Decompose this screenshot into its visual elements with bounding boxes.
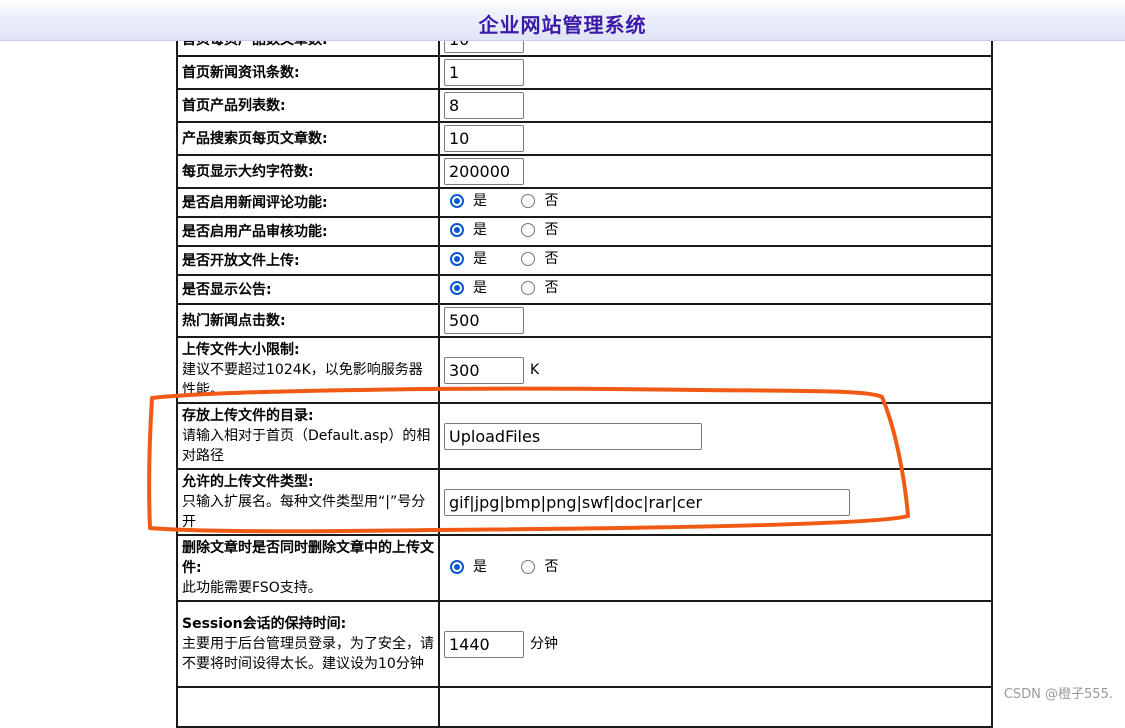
radio-label: 否 <box>544 280 559 296</box>
table-row: 产品搜索页每页文章数: 10 <box>176 121 993 156</box>
radio-no[interactable]: 否 <box>521 557 558 577</box>
table-row: 上传文件大小限制: 建议不要超过1024K，以免影响服务器性能。 300 K <box>176 336 993 404</box>
radio-label: 是 <box>473 558 487 575</box>
radio-label: 否 <box>544 222 559 238</box>
table-row: 是否开放文件上传: 是 否 <box>176 245 993 276</box>
table-row: 首页新闻资讯条数: 1 <box>176 55 993 90</box>
text-input[interactable]: 8 <box>444 92 524 119</box>
radio-yes[interactable]: 是 <box>450 557 487 577</box>
row-label: 存放上传文件的目录: <box>182 408 314 424</box>
header-bar: 企业网站管理系统 <box>0 0 1125 41</box>
radio-label: 否 <box>544 193 559 209</box>
row-label: 产品搜索页每页文章数: <box>182 130 328 147</box>
row-hint: 主要用于后台管理员登录，为了安全，请不要将时间设得太长。建议设为10分钟 <box>182 636 434 672</box>
row-label: Session会话的保持时间: <box>182 616 347 632</box>
row-label: 是否启用产品审核功能: <box>182 223 328 240</box>
radio-label: 是 <box>473 222 487 238</box>
unit-label: 分钟 <box>530 636 558 652</box>
row-hint: 只输入扩展名。每种文件类型用“|”号分开 <box>182 494 426 530</box>
table-row: 是否启用新闻评论功能: 是 否 <box>176 187 993 218</box>
row-hint: 建议不要超过1024K，以免影响服务器性能。 <box>182 362 423 398</box>
row-label: 首页新闻资讯条数: <box>182 64 300 81</box>
page-title: 企业网站管理系统 <box>478 13 647 37</box>
row-label: 是否开放文件上传: <box>182 252 300 269</box>
row-label: 首页产品列表数: <box>182 97 286 114</box>
text-input[interactable]: 200000 <box>444 158 524 185</box>
radio-yes[interactable]: 是 <box>450 191 487 211</box>
text-input[interactable]: 1 <box>444 59 524 86</box>
radio-label: 是 <box>473 280 487 296</box>
text-input[interactable]: 300 <box>444 356 524 384</box>
row-label: 删除文章时是否同时删除文章中的上传文件: <box>182 540 434 576</box>
text-input[interactable]: UploadFiles <box>444 422 702 450</box>
table-row <box>176 686 993 728</box>
settings-table: 首页每页产品数文章数: 10 首页新闻资讯条数: 1 首页产品列表数: 8 产品… <box>176 22 993 728</box>
table-row: 每页显示大约字符数: 200000 <box>176 154 993 189</box>
table-row: 删除文章时是否同时删除文章中的上传文件: 此功能需要FSO支持。 是 否 <box>176 534 993 602</box>
row-label: 是否显示公告: <box>182 281 272 298</box>
radio-label: 是 <box>473 193 487 209</box>
radio-dot[interactable] <box>521 281 536 295</box>
table-row: 是否显示公告: 是 否 <box>176 274 993 305</box>
watermark: CSDN @橙子555. <box>1003 687 1113 702</box>
radio-no[interactable]: 否 <box>521 278 558 298</box>
radio-no[interactable]: 否 <box>521 249 558 269</box>
text-input[interactable]: 1440 <box>444 630 524 658</box>
table-row: 存放上传文件的目录: 请输入相对于首页（Default.asp）的相对路径 Upl… <box>176 402 993 470</box>
row-label: 是否启用新闻评论功能: <box>182 194 328 211</box>
table-row: 热门新闻点击数: 500 <box>176 303 993 338</box>
row-label: 允许的上传文件类型: <box>182 474 314 490</box>
radio-dot[interactable] <box>450 194 464 208</box>
radio-dot[interactable] <box>521 194 536 208</box>
text-input[interactable]: gif|jpg|bmp|png|swf|doc|rar|cer <box>444 488 850 516</box>
radio-label: 是 <box>473 251 487 267</box>
text-input[interactable]: 10 <box>444 125 524 152</box>
radio-label: 否 <box>544 558 559 575</box>
row-hint: 请输入相对于首页（Default.asp）的相对路径 <box>182 428 431 464</box>
radio-dot[interactable] <box>521 252 536 266</box>
radio-yes[interactable]: 是 <box>450 278 487 298</box>
row-label: 上传文件大小限制: <box>182 342 300 358</box>
radio-dot[interactable] <box>450 559 464 574</box>
table-row: 是否启用产品审核功能: 是 否 <box>176 216 993 247</box>
radio-dot[interactable] <box>521 559 536 574</box>
radio-no[interactable]: 否 <box>521 191 558 211</box>
row-hint: 此功能需要FSO支持。 <box>182 580 322 596</box>
radio-dot[interactable] <box>450 281 464 295</box>
table-row: Session会话的保持时间: 主要用于后台管理员登录，为了安全，请不要将时间设得… <box>176 600 993 688</box>
radio-yes[interactable]: 是 <box>450 220 487 240</box>
row-label: 热门新闻点击数: <box>182 312 286 329</box>
unit-label: K <box>530 362 540 378</box>
row-label: 每页显示大约字符数: <box>182 163 314 180</box>
table-row: 首页产品列表数: 8 <box>176 88 993 123</box>
radio-dot[interactable] <box>450 252 464 266</box>
radio-dot[interactable] <box>450 223 464 237</box>
radio-label: 否 <box>544 251 559 267</box>
radio-no[interactable]: 否 <box>521 220 558 240</box>
radio-dot[interactable] <box>521 223 536 237</box>
table-row: 允许的上传文件类型: 只输入扩展名。每种文件类型用“|”号分开 gif|jpg|b… <box>176 468 993 536</box>
radio-yes[interactable]: 是 <box>450 249 487 269</box>
text-input[interactable]: 500 <box>444 307 524 334</box>
